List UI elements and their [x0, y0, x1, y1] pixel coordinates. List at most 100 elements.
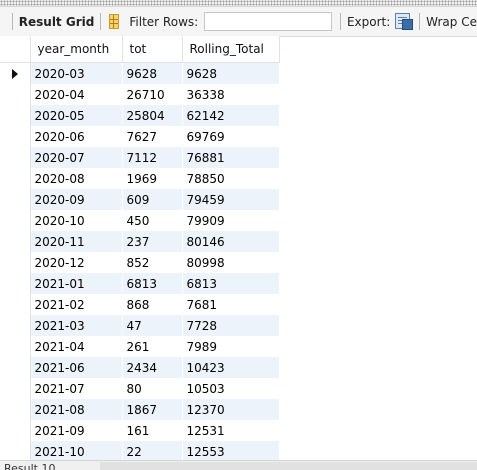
- cell-tot[interactable]: 7112: [122, 147, 183, 168]
- cell-year-month[interactable]: 2020-09: [30, 189, 123, 210]
- table-row[interactable]: 2021-09 161 12531: [0, 420, 280, 441]
- cell-tot[interactable]: 161: [122, 420, 183, 441]
- cell-year-month[interactable]: 2020-05: [30, 105, 123, 126]
- table-row[interactable]: 2021-03 47 7728: [0, 315, 280, 336]
- cell-year-month[interactable]: 2021-10: [30, 441, 123, 462]
- cell-year-month[interactable]: 2021-04: [30, 336, 123, 357]
- row-header[interactable]: [0, 62, 31, 84]
- cell-tot[interactable]: 25804: [122, 105, 183, 126]
- cell-year-month[interactable]: 2021-08: [30, 399, 123, 420]
- cell-tot[interactable]: 6813: [122, 273, 183, 294]
- table-row[interactable]: 2021-06 2434 10423: [0, 357, 280, 378]
- row-header[interactable]: [0, 168, 31, 189]
- row-header-corner[interactable]: [0, 36, 31, 63]
- cell-tot[interactable]: 1969: [122, 168, 183, 189]
- table-row[interactable]: 2020-09 609 79459: [0, 189, 280, 210]
- row-header[interactable]: [0, 126, 31, 147]
- cell-rolling-total[interactable]: 80146: [182, 231, 280, 252]
- table-row[interactable]: 2020-03 9628 9628: [0, 62, 280, 84]
- cell-year-month[interactable]: 2021-06: [30, 357, 123, 378]
- cell-rolling-total[interactable]: 7728: [182, 315, 280, 336]
- cell-rolling-total[interactable]: 12553: [182, 441, 280, 462]
- row-header[interactable]: [0, 420, 31, 441]
- export-icon[interactable]: [394, 12, 414, 31]
- table-row[interactable]: 2020-12 852 80998: [0, 252, 280, 273]
- panel-splitter[interactable]: [0, 0, 477, 7]
- cell-rolling-total[interactable]: 78850: [182, 168, 280, 189]
- row-header[interactable]: [0, 378, 31, 399]
- cell-rolling-total[interactable]: 80998: [182, 252, 280, 273]
- cell-tot[interactable]: 2434: [122, 357, 183, 378]
- row-header[interactable]: [0, 294, 31, 315]
- table-row[interactable]: 2021-04 261 7989: [0, 336, 280, 357]
- cell-rolling-total[interactable]: 79909: [182, 210, 280, 231]
- cell-tot[interactable]: 80: [122, 378, 183, 399]
- column-header-rolling-total[interactable]: Rolling_Total: [182, 36, 280, 63]
- row-header[interactable]: [0, 210, 31, 231]
- cell-tot[interactable]: 9628: [122, 62, 183, 84]
- cell-tot[interactable]: 868: [122, 294, 183, 315]
- table-row[interactable]: 2020-04 26710 36338: [0, 84, 280, 105]
- cell-tot[interactable]: 237: [122, 231, 183, 252]
- table-row[interactable]: 2021-02 868 7681: [0, 294, 280, 315]
- cell-rolling-total[interactable]: 9628: [182, 62, 280, 84]
- cell-rolling-total[interactable]: 10503: [182, 378, 280, 399]
- cell-rolling-total[interactable]: 12531: [182, 420, 280, 441]
- filter-rows-input[interactable]: [204, 12, 333, 31]
- cell-tot[interactable]: 22: [122, 441, 183, 462]
- cell-year-month[interactable]: 2020-08: [30, 168, 123, 189]
- column-header-year-month[interactable]: year_month: [30, 36, 123, 63]
- cell-tot[interactable]: 7627: [122, 126, 183, 147]
- cell-year-month[interactable]: 2020-03: [30, 62, 123, 84]
- cell-year-month[interactable]: 2021-02: [30, 294, 123, 315]
- row-header[interactable]: [0, 189, 31, 210]
- cell-year-month[interactable]: 2020-11: [30, 231, 123, 252]
- row-header[interactable]: [0, 315, 31, 336]
- grid-view-icon[interactable]: [109, 14, 120, 29]
- cell-rolling-total[interactable]: 10423: [182, 357, 280, 378]
- row-header[interactable]: [0, 84, 31, 105]
- cell-tot[interactable]: 261: [122, 336, 183, 357]
- result-tab-label[interactable]: Result 10: [4, 462, 55, 470]
- row-header[interactable]: [0, 105, 31, 126]
- table-row[interactable]: 2021-01 6813 6813: [0, 273, 280, 294]
- table-row[interactable]: 2020-08 1969 78850: [0, 168, 280, 189]
- cell-tot[interactable]: 852: [122, 252, 183, 273]
- row-header[interactable]: [0, 399, 31, 420]
- table-row[interactable]: 2021-08 1867 12370: [0, 399, 280, 420]
- table-row[interactable]: 2020-06 7627 69769: [0, 126, 280, 147]
- cell-tot[interactable]: 47: [122, 315, 183, 336]
- row-header[interactable]: [0, 336, 31, 357]
- cell-tot[interactable]: 1867: [122, 399, 183, 420]
- cell-rolling-total[interactable]: 76881: [182, 147, 280, 168]
- cell-year-month[interactable]: 2021-03: [30, 315, 123, 336]
- table-row[interactable]: 2020-07 7112 76881: [0, 147, 280, 168]
- column-header-tot[interactable]: tot: [122, 36, 183, 63]
- table-row[interactable]: 2020-10 450 79909: [0, 210, 280, 231]
- cell-year-month[interactable]: 2020-10: [30, 210, 123, 231]
- cell-tot[interactable]: 450: [122, 210, 183, 231]
- cell-year-month[interactable]: 2021-01: [30, 273, 123, 294]
- cell-year-month[interactable]: 2020-06: [30, 126, 123, 147]
- cell-year-month[interactable]: 2021-07: [30, 378, 123, 399]
- row-header[interactable]: [0, 357, 31, 378]
- row-header[interactable]: [0, 231, 31, 252]
- row-header[interactable]: [0, 252, 31, 273]
- table-row[interactable]: 2020-11 237 80146: [0, 231, 280, 252]
- cell-rolling-total[interactable]: 7989: [182, 336, 280, 357]
- cell-year-month[interactable]: 2020-12: [30, 252, 123, 273]
- table-row[interactable]: 2021-10 22 12553: [0, 441, 280, 462]
- cell-year-month[interactable]: 2020-07: [30, 147, 123, 168]
- cell-rolling-total[interactable]: 36338: [182, 84, 280, 105]
- table-row[interactable]: 2021-07 80 10503: [0, 378, 280, 399]
- cell-rolling-total[interactable]: 12370: [182, 399, 280, 420]
- table-row[interactable]: 2020-05 25804 62142: [0, 105, 280, 126]
- result-grid-tab[interactable]: Result Grid: [19, 15, 95, 29]
- row-header[interactable]: [0, 441, 31, 462]
- cell-year-month[interactable]: 2021-09: [30, 420, 123, 441]
- cell-rolling-total[interactable]: 6813: [182, 273, 280, 294]
- cell-year-month[interactable]: 2020-04: [30, 84, 123, 105]
- cell-tot[interactable]: 609: [122, 189, 183, 210]
- scrollbar-thumb[interactable]: [100, 462, 477, 470]
- cell-rolling-total[interactable]: 79459: [182, 189, 280, 210]
